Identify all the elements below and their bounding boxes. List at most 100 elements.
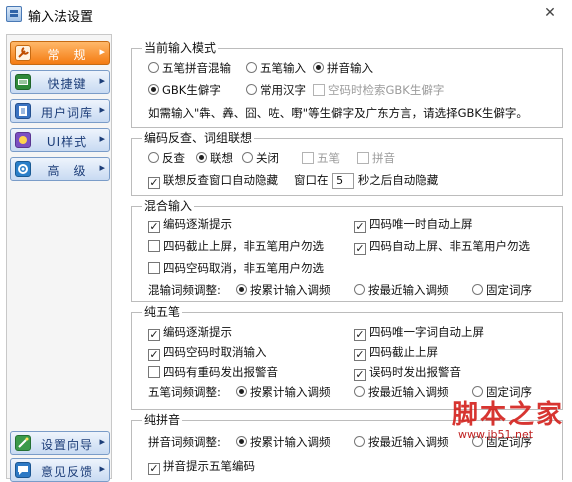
checkbox-label: 拼音 [372,151,395,165]
checkbox-indicator [357,152,369,164]
sidebar-item-label: 高 级 [47,164,87,178]
wrench-icon [15,45,31,61]
checkbox-label: 四码唯一时自动上屏 [369,217,473,231]
pinyin-freq-label: 拼音词频调整: [148,435,221,449]
group-title: 编码反查、词组联想 [142,131,255,145]
radio-label: 按累计输入调频 [250,283,331,297]
delay-suffix-label: 秒之后自动隐藏 [357,173,439,187]
checkbox-pinyin[interactable]: 拼音 [357,149,395,167]
checkbox-label: 四码截止上屏，非五笔用户勿选 [163,239,324,253]
sidebar-item-hotkeys[interactable]: 快捷键 ▸ [10,70,110,94]
radio-indicator [236,386,247,397]
sidebar-item-label: 常 规 [47,48,87,62]
radio-common[interactable]: 常用汉字 [246,81,306,99]
checkbox-wubi-dup-alarm[interactable]: 四码有重码发出报警音 [148,363,278,381]
checkbox-indicator: ✓ [148,220,160,233]
checkbox-pinyin-hint-wubi[interactable]: ✓ 拼音提示五笔编码 [148,457,255,475]
radio-pinyin-cumulative[interactable]: 按累计输入调频 [236,433,331,451]
checkbox-wubi-unique-auto[interactable]: ✓ 四码唯一字词自动上屏 [354,323,484,341]
checkbox-indicator: ✓ [354,220,366,233]
delay-prefix-label: 窗口在 [294,173,329,187]
radio-label: 按累计输入调频 [250,435,331,449]
checkbox-mixed-unique-auto[interactable]: ✓ 四码唯一时自动上屏 [354,215,473,233]
checkbox-label: 编码逐渐提示 [163,217,232,231]
radio-pinyin[interactable]: 拼音输入 [313,59,373,77]
chevron-right-icon: ▸ [99,74,105,87]
checkbox-mixed-progressive-hint[interactable]: ✓ 编码逐渐提示 [148,215,232,233]
gear-icon [15,161,31,177]
radio-indicator [472,284,483,295]
watermark-logo-text: 脚本之家 [452,400,565,430]
checkbox-indicator: ✓ [148,348,160,361]
radio-pinyin-recent[interactable]: 按最近输入调频 [354,433,449,451]
checkbox-wubi-empty-cancel[interactable]: ✓ 四码空码时取消输入 [148,343,267,361]
chevron-right-icon: ▸ [99,462,105,475]
radio-label: 五笔输入 [260,61,306,75]
radio-wubi-recent[interactable]: 按最近输入调频 [354,383,449,401]
checkbox-wubi[interactable]: 五笔 [302,149,340,167]
checkbox-label: 编码逐渐提示 [163,325,232,339]
radio-label: 按最近输入调频 [368,435,449,449]
input-mode-group: 当前输入模式 五笔拼音混输 五笔输入 拼音输入 GBK生僻字 常用汉字 空码时检… [131,41,563,128]
sidebar-item-setup-wizard[interactable]: 设置向导 ▸ [10,431,110,455]
radio-association[interactable]: 联想 [196,149,233,167]
checkbox-indicator: ✓ [148,328,160,341]
radio-indicator [148,62,159,73]
sidebar-item-label: 意见反馈 [40,465,93,479]
close-button[interactable]: ✕ [536,3,564,23]
radio-mixed-recent[interactable]: 按最近输入调频 [354,281,449,299]
radio-label: 联想 [210,151,233,165]
sidebar-item-advanced[interactable]: 高 级 ▸ [10,157,110,181]
checkbox-wubi-cutoff[interactable]: ✓ 四码截止上屏 [354,343,438,361]
radio-label: 关闭 [256,151,279,165]
radio-wubi[interactable]: 五笔输入 [246,59,306,77]
radio-mixed-fixed[interactable]: 固定词序 [472,281,532,299]
checkbox-indicator: ✓ [148,462,160,475]
group-title: 纯拼音 [142,413,183,427]
radio-wubi-cumulative[interactable]: 按累计输入调频 [236,383,331,401]
group-title: 混合输入 [142,199,195,213]
radio-indicator [313,62,324,73]
radio-indicator [246,84,257,95]
radio-off[interactable]: 关闭 [242,149,279,167]
radio-reverse[interactable]: 反查 [148,149,185,167]
chevron-right-icon: ▸ [99,161,105,174]
sidebar-item-general[interactable]: 常 规 ▸ [10,41,110,65]
checkbox-wubi-progressive-hint[interactable]: ✓ 编码逐渐提示 [148,323,232,341]
checkbox-label: 四码空码时取消输入 [163,345,267,359]
radio-label: 按累计输入调频 [250,385,331,399]
radio-indicator [242,152,253,163]
checkbox-indicator [313,84,325,96]
sidebar-item-feedback[interactable]: 意见反馈 ▸ [10,458,110,482]
group-title: 当前输入模式 [142,41,219,55]
radio-indicator [196,152,207,163]
radio-label: 常用汉字 [260,83,306,97]
palette-icon [15,132,31,148]
radio-label: 拼音输入 [327,61,373,75]
checkbox-gbk-search[interactable]: 空码时检索GBK生僻字 [313,81,444,99]
chevron-right-icon: ▸ [99,103,105,116]
sidebar-item-ui-style[interactable]: UI样式 ▸ [10,128,110,152]
checkbox-indicator [148,262,160,274]
sidebar-item-label: UI样式 [46,135,88,149]
checkbox-label: 四码空码取消，非五笔用户勿选 [163,261,324,275]
radio-mixed-cumulative[interactable]: 按累计输入调频 [236,281,331,299]
checkbox-wubi-error-alarm[interactable]: ✓ 误码时发出报警音 [354,363,461,381]
checkbox-label: 联想反查窗口自动隐藏 [163,173,278,187]
checkbox-mixed-empty-cancel[interactable]: 四码空码取消，非五笔用户勿选 [148,259,324,277]
checkbox-mixed-auto-commit[interactable]: ✓ 四码自动上屏、非五笔用户勿选 [354,237,530,255]
checkbox-mixed-cutoff[interactable]: 四码截止上屏，非五笔用户勿选 [148,237,324,255]
autohide-seconds-input[interactable]: 5 [332,172,355,189]
checkbox-label: 四码唯一字词自动上屏 [369,325,484,339]
sidebar-item-user-dict[interactable]: 用户词库 ▸ [10,99,110,123]
radio-gbk[interactable]: GBK生僻字 [148,81,221,99]
radio-label: 按最近输入调频 [368,385,449,399]
checkbox-label: 误码时发出报警音 [369,365,461,379]
checkbox-autohide[interactable]: ✓ 联想反查窗口自动隐藏 [148,171,278,189]
chevron-right-icon: ▸ [99,132,105,145]
radio-wubi-pinyin-mixed[interactable]: 五笔拼音混输 [148,59,231,77]
book-icon [15,103,31,119]
sidebar-item-label: 用户词库 [40,106,93,120]
wubi-freq-label: 五笔词频调整: [148,385,221,399]
checkbox-label: 拼音提示五笔编码 [163,459,255,473]
